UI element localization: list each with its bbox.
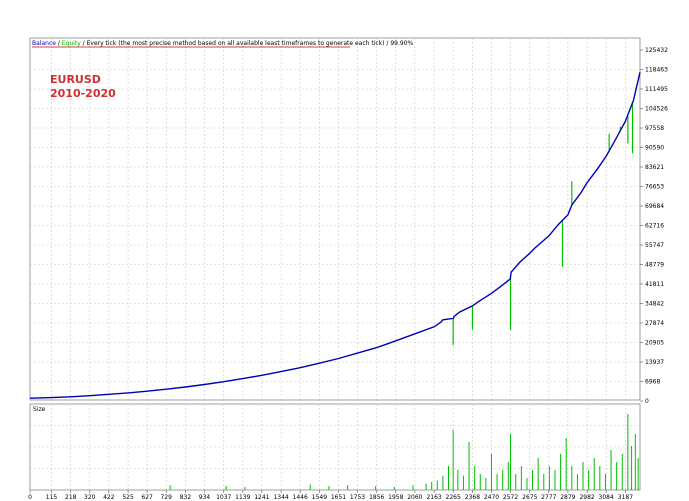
x-tick-label: 1344	[273, 494, 288, 501]
x-tick-label: 422	[103, 494, 115, 501]
x-tick-label: 2572	[503, 494, 518, 501]
y-tick-label: 111495	[645, 86, 668, 93]
x-tick-label: 627	[141, 494, 153, 501]
main-plot-area	[29, 37, 641, 401]
x-tick-label: 1139	[235, 494, 250, 501]
y-tick-label: 55747	[645, 242, 664, 249]
x-tick-label: 1651	[331, 494, 346, 501]
y-tick-label: 97558	[645, 125, 664, 132]
x-tick-label: 2982	[579, 494, 594, 501]
x-tick-label: 2163	[426, 494, 441, 501]
legend-equity: Equity	[62, 40, 81, 47]
x-tick-label: 934	[199, 494, 211, 501]
backtest-chart: 125432 118463 111495 104526 97558 90590 83621 7…	[28, 37, 668, 501]
x-tick-label: 1856	[369, 494, 384, 501]
annotation-symbol: EURUSD	[50, 73, 101, 86]
size-panel-label: Size	[33, 406, 46, 413]
x-tick-label: 1037	[216, 494, 231, 501]
y-tick-label: 6968	[645, 379, 660, 386]
x-tick-label: 832	[180, 494, 192, 501]
y-tick-label: 34842	[645, 301, 664, 308]
x-tick-label: 115	[46, 494, 58, 501]
legend-balance: Balance	[32, 40, 56, 47]
x-tick-label: 2879	[560, 494, 575, 501]
x-tick-label: 1958	[388, 494, 403, 501]
x-tick-label: 218	[65, 494, 77, 501]
x-tick-label: 2470	[484, 494, 499, 501]
y-tick-label: 69684	[645, 203, 664, 210]
x-tick-label: 2368	[465, 494, 480, 501]
y-tick-label: 20905	[645, 340, 664, 347]
x-axis-ticks: 0 115 218 320 422 525 627 729 832 934 1037 1139 1241…	[28, 490, 633, 501]
x-tick-label: 3187	[618, 494, 633, 501]
y-tick-label: 62716	[645, 223, 664, 230]
y-tick-label: 90590	[645, 144, 664, 151]
x-tick-label: 2675	[522, 494, 537, 501]
x-tick-label: 0	[28, 494, 32, 501]
y-tick-label: 118463	[645, 67, 668, 74]
y-tick-label: 125432	[645, 47, 668, 54]
y-tick-label: 27874	[645, 320, 664, 327]
y-tick-label: 13937	[645, 359, 664, 366]
y-axis-ticks: 125432 118463 111495 104526 97558 90590 83621 7…	[640, 47, 668, 405]
x-tick-label: 1753	[350, 494, 365, 501]
y-tick-label: 76653	[645, 183, 664, 190]
x-tick-label: 1549	[312, 494, 327, 501]
x-tick-label: 729	[160, 494, 172, 501]
x-tick-label: 320	[84, 494, 96, 501]
legend-description: / Every tick (the most precise method ba…	[81, 40, 414, 47]
x-tick-label: 3084	[599, 494, 614, 501]
x-tick-label: 2265	[446, 494, 461, 501]
annotation-period: 2010-2020	[50, 87, 116, 100]
y-tick-label: 104526	[645, 106, 668, 113]
y-tick-label: 0	[645, 398, 649, 405]
x-tick-label: 1446	[293, 494, 308, 501]
x-tick-label: 525	[122, 494, 134, 501]
x-tick-label: 2777	[541, 494, 556, 501]
y-tick-label: 83621	[645, 164, 664, 171]
y-tick-label: 41811	[645, 281, 664, 288]
chart-legend: Balance / Equity / Every tick (the most …	[32, 40, 414, 47]
x-tick-label: 1241	[254, 494, 269, 501]
x-tick-label: 2060	[407, 494, 422, 501]
y-tick-label: 48779	[645, 262, 664, 269]
